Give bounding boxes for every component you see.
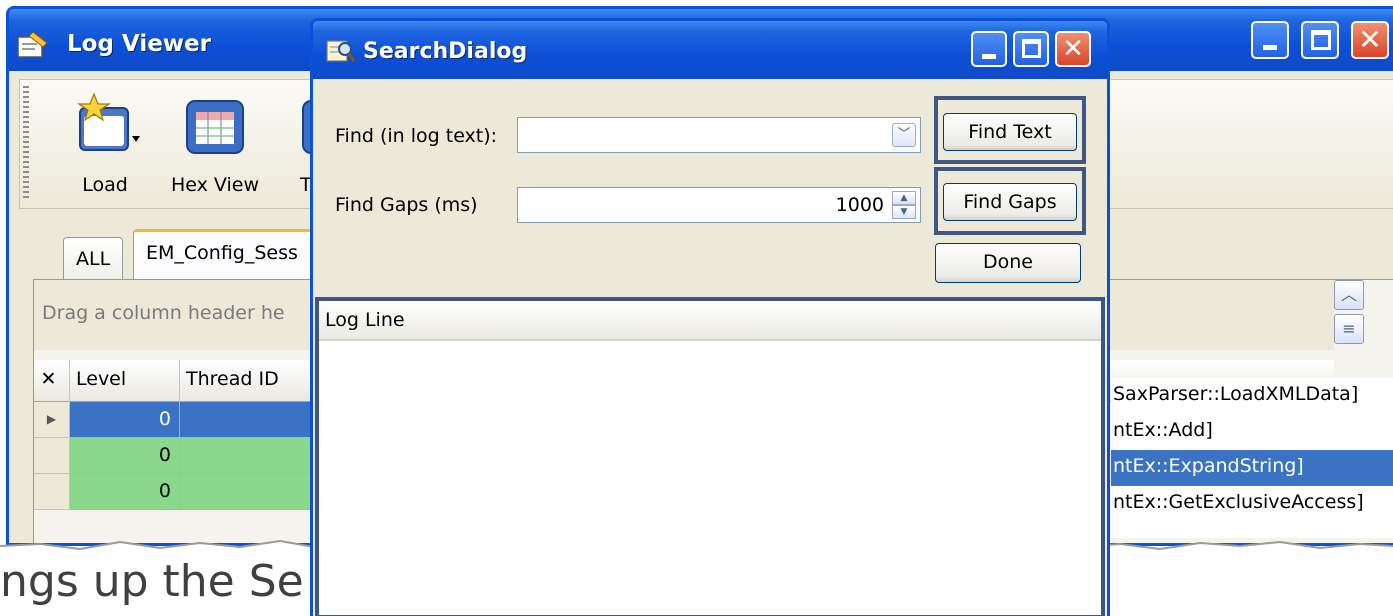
- log-viewer-title: Log Viewer: [67, 31, 211, 57]
- dialog-minimize-button[interactable]: [971, 31, 1007, 67]
- column-thread-id-label: Thread ID: [186, 368, 279, 390]
- find-text-button[interactable]: Find Text: [943, 113, 1077, 151]
- close-icon: ✕: [1062, 34, 1084, 64]
- hex-grid-icon: [186, 100, 244, 154]
- chevron-down-icon[interactable]: ﹀: [892, 123, 916, 147]
- dialog-close-button[interactable]: ✕: [1055, 31, 1091, 67]
- slide-caption: ngs up the Se: [0, 556, 304, 607]
- find-text-combo[interactable]: ﹀: [517, 117, 921, 153]
- maximize-button[interactable]: [1301, 21, 1339, 59]
- done-button[interactable]: Done: [935, 243, 1081, 283]
- minimize-button[interactable]: [1251, 21, 1289, 59]
- log-line-header-label: Log Line: [325, 309, 405, 331]
- log-viewer-app-icon: [17, 31, 48, 58]
- grid-scrollbar[interactable]: ︿ ≡: [1334, 280, 1370, 352]
- list-item[interactable]: ntEx::ExpandString]: [1111, 450, 1393, 486]
- close-icon: ✕: [1358, 23, 1382, 56]
- toolbar-grip[interactable]: [23, 86, 29, 201]
- search-dialog: SearchDialog ✕ Find (in log text): ﹀ Fin…: [310, 18, 1110, 616]
- clear-filter-icon[interactable]: ✕: [34, 360, 70, 402]
- search-dialog-title: SearchDialog: [363, 39, 528, 64]
- tab-em-config-session[interactable]: EM_Config_Sess: [133, 229, 333, 281]
- maximize-icon: [1022, 39, 1041, 58]
- log-text-column: SaxParser::LoadXMLData] ntEx::Add] ntEx:…: [1111, 378, 1393, 538]
- hex-view-button[interactable]: Hex View: [160, 88, 270, 208]
- stepper-arrows[interactable]: ▲ ▼: [892, 191, 916, 219]
- search-dialog-icon: [326, 40, 355, 62]
- column-header-log-line[interactable]: Log Line: [319, 301, 1101, 341]
- cell-level[interactable]: 0: [70, 438, 180, 474]
- find-gaps-value[interactable]: 1000: [836, 194, 884, 216]
- tab-all[interactable]: ALL: [63, 237, 124, 281]
- stepper-up-icon[interactable]: ▲: [892, 191, 916, 205]
- hex-view-label: Hex View: [170, 174, 259, 196]
- stepper-down-icon[interactable]: ▼: [892, 205, 916, 219]
- cell-level[interactable]: 0: [70, 402, 180, 438]
- list-item[interactable]: ntEx::GetExclusiveAccess]: [1111, 486, 1393, 522]
- tab-all-label: ALL: [76, 248, 111, 270]
- find-gaps-stepper[interactable]: 1000 ▲ ▼: [517, 187, 921, 223]
- minimize-icon: [982, 54, 996, 59]
- find-gaps-button[interactable]: Find Gaps: [943, 183, 1077, 221]
- search-dialog-title-bar[interactable]: SearchDialog ✕: [313, 21, 1107, 79]
- load-label: Load: [82, 174, 128, 196]
- row-selector[interactable]: [34, 438, 70, 474]
- find-gaps-label: Find Gaps (ms): [335, 194, 478, 216]
- row-indicator-icon: ▶: [34, 402, 70, 438]
- maximize-icon: [1311, 30, 1331, 50]
- scroll-menu-icon[interactable]: ≡: [1334, 314, 1364, 344]
- column-level-label: Level: [76, 368, 127, 390]
- find-text-label: Find (in log text):: [335, 125, 498, 147]
- group-by-hint-text: Drag a column header he: [42, 302, 285, 324]
- load-button[interactable]: Load: [60, 88, 150, 208]
- tab-em-config-label: EM_Config_Sess: [146, 242, 298, 264]
- minimize-icon: [1263, 45, 1277, 50]
- list-item[interactable]: SaxParser::LoadXMLData]: [1111, 378, 1393, 414]
- dialog-maximize-button[interactable]: [1013, 31, 1049, 67]
- column-header-level[interactable]: Level: [70, 360, 180, 402]
- list-item[interactable]: ntEx::Add]: [1111, 414, 1393, 450]
- close-button[interactable]: ✕: [1351, 21, 1389, 59]
- scroll-up-icon[interactable]: ︿: [1334, 280, 1364, 310]
- screenshot-stage: Log Viewer ✕ Load Hex View T ALL EM_Conf…: [0, 0, 1393, 616]
- find-text-input[interactable]: [522, 122, 882, 148]
- load-folder-star-icon: [77, 92, 140, 151]
- cell-level[interactable]: 0: [70, 474, 180, 510]
- row-selector[interactable]: [34, 474, 70, 510]
- search-results-list[interactable]: Log Line: [315, 297, 1105, 616]
